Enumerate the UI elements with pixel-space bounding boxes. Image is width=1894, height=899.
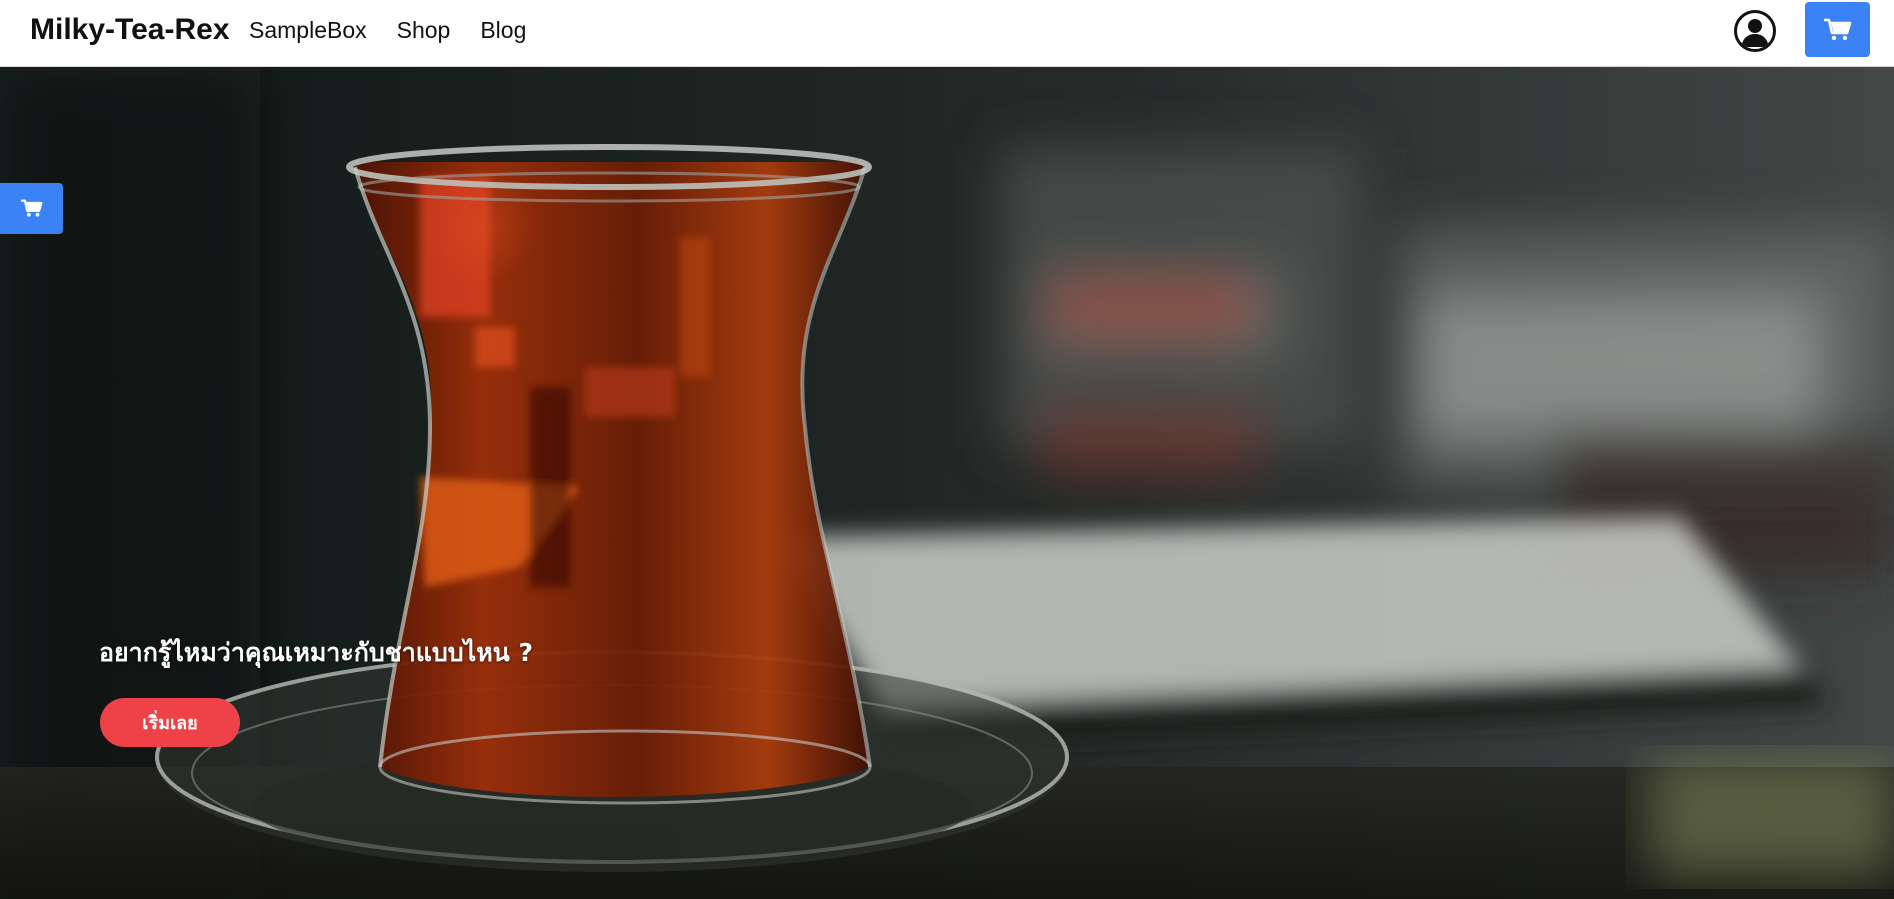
brand-logo[interactable]: Milky-Tea-Rex bbox=[30, 14, 230, 46]
nav-link-shop[interactable]: Shop bbox=[397, 16, 451, 44]
hero-tea-glass-image bbox=[0, 67, 1894, 899]
floating-cart-button[interactable] bbox=[0, 183, 63, 234]
main-nav: SampleBox Shop Blog bbox=[249, 16, 556, 44]
account-button[interactable] bbox=[1734, 10, 1776, 52]
nav-link-samplebox[interactable]: SampleBox bbox=[249, 16, 367, 44]
cart-button[interactable] bbox=[1805, 2, 1870, 57]
nav-link-blog[interactable]: Blog bbox=[480, 16, 526, 44]
user-circle-icon bbox=[1741, 19, 1769, 47]
hero-heading: อยากรู้ไหมว่าคุณเหมาะกับชาแบบไหน ? bbox=[99, 638, 533, 667]
hero-section: อยากรู้ไหมว่าคุณเหมาะกับชาแบบไหน ? เริ่ม… bbox=[0, 67, 1894, 899]
top-navbar: Milky-Tea-Rex SampleBox Shop Blog bbox=[0, 0, 1894, 67]
shopping-cart-icon bbox=[20, 199, 43, 217]
start-quiz-button[interactable]: เริ่มเลย bbox=[100, 698, 240, 747]
shopping-cart-icon bbox=[1823, 18, 1851, 40]
